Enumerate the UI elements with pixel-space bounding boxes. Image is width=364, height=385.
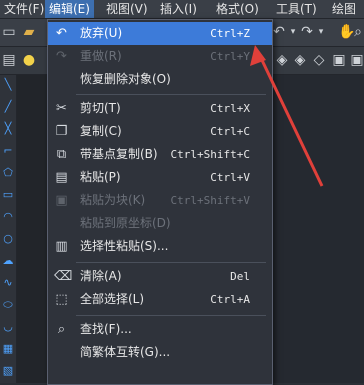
arrow-shaft [258, 55, 324, 187]
annotation-arrow [250, 45, 324, 187]
